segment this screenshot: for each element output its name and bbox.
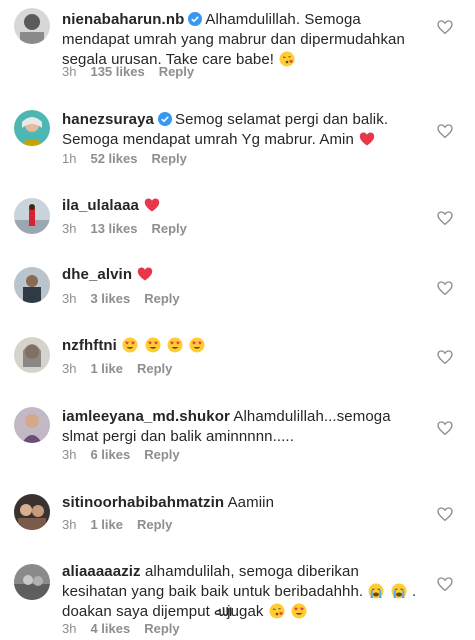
avatar[interactable]	[14, 198, 50, 234]
avatar[interactable]	[14, 267, 50, 303]
reply-button[interactable]: Reply	[137, 361, 172, 376]
reply-button[interactable]: Reply	[137, 517, 172, 532]
comment-meta: 3h 1 like Reply	[62, 361, 186, 376]
comment-meta: 3h 13 likes Reply	[62, 221, 201, 236]
likes-count[interactable]: 1 like	[90, 361, 123, 376]
comment-meta: 3h 4 likes Reply	[62, 621, 194, 636]
comment-username[interactable]: iamleeyana_md.shukor	[62, 408, 230, 425]
likes-count[interactable]: 135 likes	[90, 64, 144, 79]
likes-count[interactable]: 6 likes	[90, 447, 130, 462]
likes-count[interactable]: 52 likes	[90, 151, 137, 166]
heart-eyes-emoji-icon	[167, 337, 183, 353]
comment-username[interactable]: sitinoorhabibahmatzin	[62, 494, 224, 511]
avatar[interactable]	[14, 110, 50, 146]
comment-username[interactable]: nienabaharun.nb	[62, 11, 184, 28]
comment-text: nzfhftni	[62, 336, 422, 356]
comment-time: 3h	[62, 447, 77, 462]
comment-meta: 3h 135 likes Reply	[62, 64, 208, 79]
heart-eyes-emoji-icon	[189, 337, 205, 353]
reply-button[interactable]: Reply	[144, 447, 179, 462]
comment-meta: 3h 3 likes Reply	[62, 291, 194, 306]
comment-time: 3h	[62, 221, 77, 236]
comment-text: aliaaaaaziz alhamdulilah, semoga diberik…	[62, 562, 422, 622]
red-heart-emoji-icon	[138, 267, 153, 281]
comment-text: sitinoorhabibahmatzin Aamiin	[62, 493, 422, 513]
comment-time: 3h	[62, 361, 77, 376]
crying-emoji-icon	[391, 583, 407, 599]
comment-username[interactable]: aliaaaaaziz	[62, 563, 141, 580]
comment-username[interactable]: ila_ulalaaa	[62, 197, 139, 214]
reply-button[interactable]: Reply	[151, 221, 186, 236]
comment-time: 3h	[62, 64, 77, 79]
likes-count[interactable]: 4 likes	[90, 621, 130, 636]
likes-count[interactable]: 3 likes	[90, 291, 130, 306]
red-heart-emoji-icon	[145, 198, 160, 212]
avatar[interactable]	[14, 8, 50, 44]
likes-count[interactable]: 1 like	[90, 517, 123, 532]
heart-eyes-emoji-icon	[122, 337, 138, 353]
verified-badge-icon	[157, 112, 172, 126]
comment-meta: 3h 6 likes Reply	[62, 447, 194, 462]
reply-button[interactable]: Reply	[144, 291, 179, 306]
comment-username[interactable]: hanezsuraya	[62, 111, 154, 128]
like-heart-icon[interactable]	[437, 124, 453, 138]
like-heart-icon[interactable]	[437, 577, 453, 591]
reply-button[interactable]: Reply	[159, 64, 194, 79]
comment-meta: 3h 1 like Reply	[62, 517, 186, 532]
avatar[interactable]	[14, 337, 50, 373]
reply-button[interactable]: Reply	[144, 621, 179, 636]
like-heart-icon[interactable]	[437, 507, 453, 521]
kiss-emoji-icon	[269, 603, 285, 619]
comment-time: 3h	[62, 621, 77, 636]
comment-text: iamleeyana_md.shukor Alhamdulillah...sem…	[62, 407, 422, 447]
reply-button[interactable]: Reply	[151, 151, 186, 166]
comment-body: Aamiin	[227, 494, 275, 511]
comment-time: 3h	[62, 517, 77, 532]
like-heart-icon[interactable]	[437, 211, 453, 225]
comment-text: nienabaharun.nb Alhamdulillah. Semoga men…	[62, 10, 422, 70]
heart-eyes-emoji-icon	[291, 603, 307, 619]
comment-username[interactable]: dhe_alvin	[62, 266, 132, 283]
avatar[interactable]	[14, 407, 50, 443]
red-heart-emoji-icon	[360, 132, 375, 146]
like-heart-icon[interactable]	[437, 421, 453, 435]
crying-emoji-icon	[368, 583, 384, 599]
heart-eyes-emoji-icon	[145, 337, 161, 353]
avatar[interactable]	[14, 564, 50, 600]
avatar[interactable]	[14, 494, 50, 530]
comment-text: hanezsuraya Semog selamat pergi dan balik…	[62, 110, 422, 150]
comment-time: 3h	[62, 291, 77, 306]
comment-meta: 1h 52 likes Reply	[62, 151, 201, 166]
comment-username[interactable]: nzfhftni	[62, 337, 117, 354]
verified-badge-icon	[188, 12, 203, 26]
like-heart-icon[interactable]	[437, 350, 453, 364]
like-heart-icon[interactable]	[437, 281, 453, 295]
comment-text: dhe_alvin	[62, 265, 422, 285]
comment-time: 1h	[62, 151, 77, 166]
comment-text: ila_ulalaaa	[62, 196, 422, 216]
kiss-emoji-icon	[279, 51, 295, 67]
like-heart-icon[interactable]	[437, 20, 453, 34]
likes-count[interactable]: 13 likes	[90, 221, 137, 236]
